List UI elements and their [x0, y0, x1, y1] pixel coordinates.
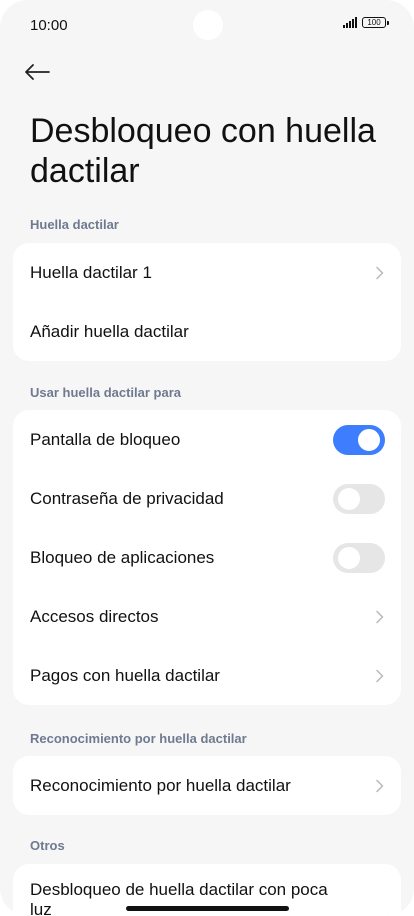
chevron-right-icon	[376, 779, 384, 792]
chevron-right-icon	[376, 610, 384, 623]
battery-level: 100	[367, 17, 381, 27]
row-label: Bloqueo de aplicaciones	[30, 547, 215, 567]
row-add-fingerprint[interactable]: Añadir huella dactilar	[13, 302, 401, 361]
toggle-knob	[338, 546, 360, 569]
row-app-lock[interactable]: Bloqueo de aplicaciones	[13, 528, 401, 587]
camera-cutout	[193, 10, 223, 40]
status-time: 10:00	[30, 17, 68, 34]
row-label: Pantalla de bloqueo	[30, 429, 181, 449]
home-indicator[interactable]	[126, 906, 289, 911]
card-use-for: Pantalla de bloqueo Contraseña de privac…	[13, 410, 401, 705]
row-fingerprint-payments[interactable]: Pagos con huella dactilar	[13, 646, 401, 705]
row-privacy-password[interactable]: Contraseña de privacidad	[13, 469, 401, 528]
row-label: Contraseña de privacidad	[30, 488, 224, 508]
section-header-others: Otros	[30, 838, 65, 853]
row-shortcuts[interactable]: Accesos directos	[13, 587, 401, 646]
card-fingerprint: Huella dactilar 1 Añadir huella dactilar	[13, 243, 401, 361]
back-button[interactable]	[24, 56, 60, 88]
chevron-right-icon	[376, 266, 384, 279]
row-label: Añadir huella dactilar	[30, 321, 189, 341]
battery-icon: 100	[362, 17, 389, 28]
arrow-left-icon	[25, 64, 50, 80]
card-recognition: Reconocimiento por huella dactilar	[13, 756, 401, 815]
phone-screen: 10:00 100 Desbloqueo con huella dactilar…	[0, 0, 414, 916]
section-header-use-for: Usar huella dactilar para	[30, 385, 182, 400]
row-label: Pagos con huella dactilar	[30, 665, 220, 685]
app-lock-toggle[interactable]	[333, 542, 385, 573]
row-fingerprint-recognition[interactable]: Reconocimiento por huella dactilar	[13, 756, 401, 815]
section-header-fingerprint: Huella dactilar	[30, 217, 119, 232]
row-label: Accesos directos	[30, 606, 159, 626]
chevron-right-icon	[376, 669, 384, 682]
section-header-recognition: Reconocimiento por huella dactilar	[30, 731, 247, 746]
row-fingerprint-1[interactable]: Huella dactilar 1	[13, 243, 401, 302]
signal-icon	[343, 17, 357, 28]
toggle-knob	[358, 428, 380, 451]
row-label: Reconocimiento por huella dactilar	[30, 775, 291, 795]
privacy-password-toggle[interactable]	[333, 483, 385, 514]
lock-screen-toggle[interactable]	[333, 424, 385, 455]
page-title: Desbloqueo con huella dactilar	[30, 112, 376, 190]
status-icons: 100	[343, 17, 389, 28]
row-label: Huella dactilar 1	[30, 262, 152, 282]
toggle-knob	[338, 487, 360, 510]
row-lock-screen[interactable]: Pantalla de bloqueo	[13, 410, 401, 469]
status-bar: 10:00 100	[0, 0, 414, 52]
